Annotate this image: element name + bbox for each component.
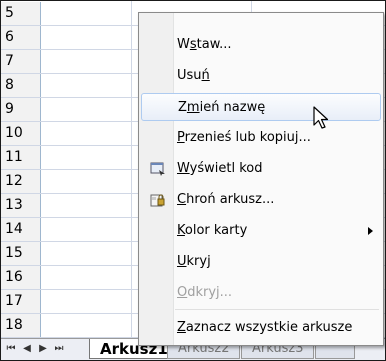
protect-sheet-icon: [150, 192, 166, 208]
menu-item-label-part: taw...: [196, 37, 232, 52]
row-header[interactable]: 18: [1, 314, 41, 337]
menu-item-accelerator: W: [177, 161, 190, 176]
menu-item-label-part: Z: [178, 100, 187, 115]
menu-item-accelerator: C: [177, 192, 187, 207]
menu-item-accelerator: ń: [201, 68, 210, 83]
menu-item[interactable]: Ukryj: [141, 248, 381, 276]
next-sheet-icon[interactable]: ▶: [37, 342, 49, 356]
menu-item-accelerator: s: [189, 37, 197, 52]
menu-item[interactable]: Przenieś lub kopiuj...: [141, 124, 381, 152]
menu-item[interactable]: Wyświetl kod: [141, 155, 381, 183]
menu-item[interactable]: Usuń: [141, 62, 381, 90]
menu-item-accelerator: O: [177, 285, 188, 300]
menu-item-label-part: W: [177, 37, 190, 52]
menu-item-label: Usuń: [177, 62, 210, 90]
row-header[interactable]: 12: [1, 170, 41, 193]
row-header[interactable]: 16: [1, 266, 41, 289]
row-header[interactable]: 5: [1, 2, 41, 25]
menu-item[interactable]: Zmień nazwę: [141, 93, 381, 121]
row-header[interactable]: 15: [1, 242, 41, 265]
menu-item-label: Zaznacz wszystkie arkusze: [177, 314, 352, 342]
menu-item[interactable]: Zaznacz wszystkie arkusze: [141, 314, 381, 342]
menu-item[interactable]: Kolor karty: [141, 217, 381, 245]
row-header[interactable]: 17: [1, 290, 41, 313]
menu-item-label-part: yświetl kod: [189, 161, 263, 176]
row-header[interactable]: 11: [1, 146, 41, 169]
row-header[interactable]: 9: [1, 98, 41, 121]
menu-item[interactable]: Chroń arkusz...: [141, 186, 381, 214]
row-header[interactable]: 7: [1, 50, 41, 73]
menu-item-accelerator: P: [177, 130, 185, 145]
menu-item-label-part: hroń arkusz...: [186, 192, 275, 207]
menu-item-label: Wyświetl kod: [177, 155, 262, 183]
submenu-arrow-icon: [368, 227, 373, 235]
menu-item-label: Zmień nazwę: [178, 94, 265, 122]
row-header[interactable]: 13: [1, 194, 41, 217]
menu-separator: [175, 309, 379, 310]
sheet-context-menu: Wstaw... Usuń Zmień nazwę Przenieś lub kopi…: [138, 12, 384, 346]
excel-window: 5 6 7 8 9 10 11 12 13 14 15 16 17 18 ⏮ ◀ ▶ ⏭ Arkusz1 …: [0, 0, 386, 361]
menu-item-label-part: olor karty: [184, 223, 248, 238]
menu-item-label-part: ień nazwę: [199, 100, 266, 115]
menu-item-label: Wstaw...: [177, 31, 232, 59]
mouse-cursor-icon: [313, 106, 329, 129]
row-header[interactable]: 14: [1, 218, 41, 241]
menu-item-accelerator: Z: [177, 320, 186, 335]
menu-item-label: Chroń arkusz...: [177, 186, 274, 214]
menu-item-label-part: dkryj...: [187, 285, 233, 300]
menu-item-label-part: rzenieś lub kopiuj...: [184, 130, 311, 145]
menu-item-label-part: kryj: [186, 254, 211, 269]
menu-item: Odkryj...: [141, 279, 381, 307]
menu-item[interactable]: Wstaw...: [141, 31, 381, 59]
last-sheet-icon[interactable]: ⏭: [53, 342, 65, 356]
menu-item-accelerator: U: [177, 254, 187, 269]
row-header[interactable]: 6: [1, 26, 41, 49]
row-header[interactable]: 8: [1, 74, 41, 97]
menu-item-label: Ukryj: [177, 248, 211, 276]
view-code-icon: [150, 161, 166, 177]
row-header[interactable]: 10: [1, 122, 41, 145]
prev-sheet-icon[interactable]: ◀: [21, 342, 33, 356]
menu-item-label-part: aznacz wszystkie arkusze: [185, 320, 353, 335]
menu-item-label: Kolor karty: [177, 217, 247, 245]
first-sheet-icon[interactable]: ⏮: [5, 342, 17, 356]
menu-item-accelerator: m: [186, 100, 200, 115]
menu-item-accelerator: K: [177, 223, 185, 238]
menu-item-label: Odkryj...: [177, 279, 232, 307]
menu-item-label-part: Usu: [177, 68, 202, 83]
menu-item-label: Przenieś lub kopiuj...: [177, 124, 311, 152]
